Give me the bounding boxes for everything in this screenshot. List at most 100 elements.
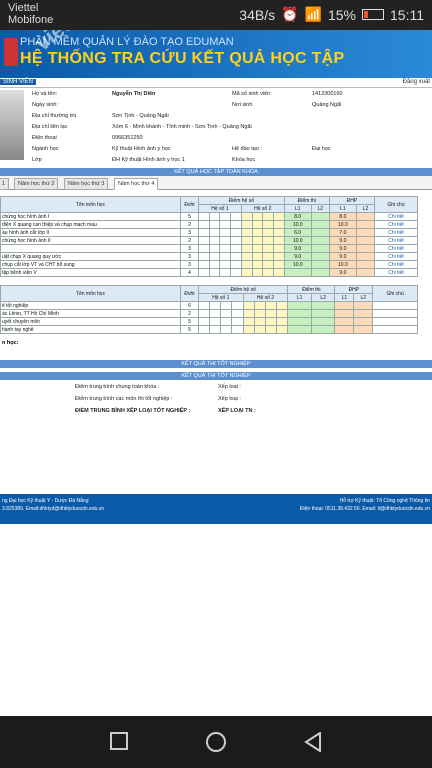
coef1-cell (230, 260, 242, 269)
detail-link (372, 317, 418, 326)
coef2-cell (264, 325, 278, 334)
battery-icon (362, 9, 384, 20)
table-row: uật chụp X quang quy ước 3 9.0 9.0 Chi tiết (0, 252, 418, 261)
dhp-l1-cell: 10.0 (328, 220, 357, 229)
carrier-2: Mobifone (8, 14, 54, 26)
detail-link[interactable]: Chi tiết (374, 260, 418, 269)
col-credits: Đvht (180, 196, 199, 213)
coef2-cell (276, 317, 289, 326)
credits-cell: 2 (180, 236, 199, 245)
coef1-cell (208, 244, 221, 253)
exam-l1-cell (287, 309, 312, 318)
dhp-l1-cell: 10.0 (328, 260, 357, 269)
coef1-cell (231, 301, 244, 310)
detail-link[interactable]: Chi tiết (374, 228, 418, 237)
coef1-cell (208, 236, 221, 245)
wifi-icon: 📶 (304, 6, 322, 22)
coef2-cell (253, 309, 266, 318)
col-coef1-2: Hệ số 1 (198, 293, 244, 302)
coef2-cell (242, 325, 255, 334)
coef1-cell (197, 317, 211, 326)
contact-label: Địa chỉ liên lạc (32, 124, 68, 130)
results-table-2: Tên môn học Đvht Điểm hệ số Điểm thi ĐHP… (0, 285, 418, 334)
back-button[interactable] (304, 732, 322, 752)
avatar (0, 90, 24, 160)
menu-student[interactable]: SINH VIÊN (0, 79, 37, 85)
exam-l1-cell (287, 317, 312, 326)
coef1-cell (208, 268, 221, 277)
col-credits-2: Đvht (180, 285, 199, 302)
coef2-cell (251, 268, 264, 277)
class: ĐH Kỹ thuật Hình ảnh y học 1 (112, 157, 185, 163)
footer-support: Hỗ trợ Kỹ thuật: Tổ Công nghệ Thông tin (339, 498, 430, 504)
col-exam-l2: L2 (310, 204, 330, 213)
credits-cell: 2 (180, 309, 199, 318)
col-coef2-2: Hệ số 2 (242, 293, 289, 302)
grad-final-rank: XẾP LOẠI TN : (218, 408, 256, 414)
dhp-l2-cell (355, 260, 376, 269)
col-dhp-l1: L1 (328, 204, 357, 213)
exam-l1-cell (287, 301, 312, 310)
dhp-l2-cell (355, 236, 376, 245)
coef2-cell (251, 236, 264, 245)
credits-cell: 3 (180, 228, 199, 237)
coef1-cell (198, 244, 210, 253)
grad-rank-2: Xếp loại : (218, 396, 241, 402)
detail-link[interactable]: Chi tiết (374, 268, 418, 277)
detail-link (372, 301, 418, 310)
subject-cell: chứng học hình ảnh II (0, 236, 181, 245)
coef1-cell (209, 325, 222, 334)
table-row: 3 9.0 9.0 Chi tiết (0, 244, 418, 253)
coef1-cell (220, 309, 233, 318)
coef2-cell (242, 309, 255, 318)
col-scores-2: Điểm hệ số (197, 285, 289, 294)
student-info: Họ và tên: Nguyễn Thị Diên Mã số sinh vi… (0, 88, 432, 168)
recent-apps-button[interactable] (110, 732, 128, 750)
exam-l2-cell (310, 228, 330, 237)
coef2-cell (240, 252, 253, 261)
tab-year-1[interactable]: 1 (0, 178, 10, 190)
coef1-cell (231, 317, 244, 326)
coef1-cell (219, 220, 232, 229)
coef2-cell (272, 252, 285, 261)
coef1-cell (230, 244, 242, 253)
subject-cell: điện X quang can thiệp và chụp mạch máu (0, 220, 181, 229)
tab-year-2[interactable]: Năm học thứ 2 (14, 178, 59, 190)
coef2-cell (264, 309, 278, 318)
coef2-cell (251, 244, 264, 253)
coef2-cell (276, 301, 289, 310)
dhp-l1-cell: 9.0 (328, 244, 357, 253)
student-name: Nguyễn Thị Diên (112, 91, 156, 97)
col-exam-l2-2: L2 (310, 293, 336, 302)
site-banner: PHẦN MỀM QUẢN LÝ ĐÀO TẠO EDUMAN HỆ THỐNG… (0, 30, 432, 78)
dhp-l2-cell (353, 309, 374, 318)
coef1-cell (219, 228, 232, 237)
detail-link (372, 325, 418, 334)
detail-link[interactable]: Chi tiết (374, 236, 418, 245)
credits-cell: 5 (180, 212, 199, 221)
logo (4, 38, 18, 66)
logout-link[interactable]: Đăng xuất (403, 79, 430, 85)
tab-year-4[interactable]: Năm học thứ 4 (114, 178, 159, 190)
detail-link[interactable]: Chi tiết (374, 244, 418, 253)
course-label: Khóa học (232, 157, 256, 163)
coef1-cell (219, 236, 232, 245)
detail-link[interactable]: Chi tiết (374, 252, 418, 261)
tab-year-3[interactable]: Năm học thứ 3 (64, 178, 109, 190)
alarm-icon: ⏰ (281, 6, 299, 22)
banner-title: HỆ THỐNG TRA CỨU KẾT QUẢ HỌC TẬP (20, 50, 345, 67)
coef2-cell (276, 325, 289, 334)
home-button[interactable] (206, 732, 226, 752)
subject-cell: chụp cắt lớp VT và CHT bổ sung (0, 260, 181, 269)
coef2-cell (264, 301, 278, 310)
grad-section-title: KẾT QUẢ THI TỐT NGHIỆP (0, 372, 432, 380)
detail-link[interactable]: Chi tiết (374, 220, 418, 229)
web-page: PHẦN MỀM QUẢN LÝ ĐÀO TẠO EDUMAN HỆ THỐNG… (0, 30, 432, 716)
subject-cell: tập bệnh viện V (0, 268, 181, 277)
coef2-cell (251, 220, 264, 229)
grad-avg-exam-label: Điểm trung bình các môn thi tốt nghiệp : (75, 396, 173, 402)
status-icons: 34B/s ⏰ 📶 15% 15:11 (239, 6, 424, 23)
coef2-cell (262, 236, 274, 245)
grad-section-link[interactable]: KẾT QUẢ THI TỐT NGHIỆP (0, 360, 432, 368)
detail-link[interactable]: Chi tiết (374, 212, 418, 221)
